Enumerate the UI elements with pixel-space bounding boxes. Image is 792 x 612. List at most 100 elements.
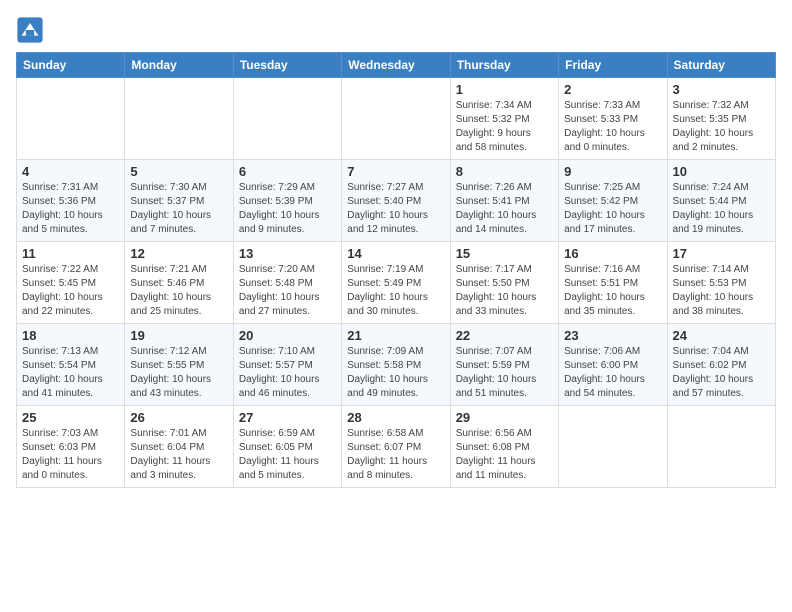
day-number: 10	[673, 164, 770, 179]
day-info: Sunrise: 7:30 AMSunset: 5:37 PMDaylight:…	[130, 181, 227, 237]
weekday-header-tuesday: Tuesday	[233, 53, 341, 78]
day-number: 1	[456, 82, 553, 97]
weekday-header-friday: Friday	[559, 53, 667, 78]
calendar-cell: 22Sunrise: 7:07 AMSunset: 5:59 PMDayligh…	[450, 324, 558, 406]
weekday-header-wednesday: Wednesday	[342, 53, 450, 78]
day-info: Sunrise: 7:13 AMSunset: 5:54 PMDaylight:…	[22, 345, 119, 401]
calendar-cell: 6 Sunrise: 7:29 AMSunset: 5:39 PMDaylight…	[233, 160, 341, 242]
day-number: 3	[673, 82, 770, 97]
logo	[16, 16, 46, 44]
day-number: 11	[22, 246, 119, 261]
day-info: Sunrise: 7:06 AMSunset: 6:00 PMDaylight:…	[564, 345, 661, 401]
day-number: 25	[22, 410, 119, 425]
calendar-cell: 29 Sunrise: 6:56 AMSunset: 6:08 PMDayligh…	[450, 406, 558, 488]
calendar-cell: 27 Sunrise: 6:59 AMSunset: 6:05 PMDayligh…	[233, 406, 341, 488]
calendar-cell: 9 Sunrise: 7:25 AMSunset: 5:42 PMDaylight…	[559, 160, 667, 242]
calendar-cell: 25 Sunrise: 7:03 AMSunset: 6:03 PMDayligh…	[17, 406, 125, 488]
day-info: Sunrise: 7:16 AMSunset: 5:51 PMDaylight:…	[564, 263, 661, 319]
day-number: 7	[347, 164, 444, 179]
calendar-week-2: 4 Sunrise: 7:31 AMSunset: 5:36 PMDaylight…	[17, 160, 776, 242]
calendar-cell: 28 Sunrise: 6:58 AMSunset: 6:07 PMDayligh…	[342, 406, 450, 488]
calendar-cell: 12 Sunrise: 7:21 AMSunset: 5:46 PMDayligh…	[125, 242, 233, 324]
day-info: Sunrise: 7:09 AMSunset: 5:58 PMDaylight:…	[347, 345, 444, 401]
day-info: Sunrise: 7:10 AMSunset: 5:57 PMDaylight:…	[239, 345, 336, 401]
day-number: 18	[22, 328, 119, 343]
calendar-cell	[342, 78, 450, 160]
day-info: Sunrise: 7:04 AMSunset: 6:02 PMDaylight:…	[673, 345, 770, 401]
day-number: 17	[673, 246, 770, 261]
day-info: Sunrise: 7:12 AMSunset: 5:55 PMDaylight:…	[130, 345, 227, 401]
day-number: 2	[564, 82, 661, 97]
calendar-cell: 5Sunrise: 7:30 AMSunset: 5:37 PMDaylight…	[125, 160, 233, 242]
day-info: Sunrise: 7:20 AMSunset: 5:48 PMDaylight:…	[239, 263, 336, 319]
calendar-cell	[233, 78, 341, 160]
calendar-cell: 1Sunrise: 7:34 AMSunset: 5:32 PMDaylight…	[450, 78, 558, 160]
day-number: 8	[456, 164, 553, 179]
day-number: 19	[130, 328, 227, 343]
day-number: 9	[564, 164, 661, 179]
calendar-week-3: 11 Sunrise: 7:22 AMSunset: 5:45 PMDayligh…	[17, 242, 776, 324]
day-number: 28	[347, 410, 444, 425]
calendar-cell: 14 Sunrise: 7:19 AMSunset: 5:49 PMDayligh…	[342, 242, 450, 324]
calendar-cell: 10 Sunrise: 7:24 AMSunset: 5:44 PMDayligh…	[667, 160, 775, 242]
calendar-cell: 20 Sunrise: 7:10 AMSunset: 5:57 PMDayligh…	[233, 324, 341, 406]
calendar-cell: 11 Sunrise: 7:22 AMSunset: 5:45 PMDayligh…	[17, 242, 125, 324]
day-number: 21	[347, 328, 444, 343]
day-number: 20	[239, 328, 336, 343]
calendar-cell: 23Sunrise: 7:06 AMSunset: 6:00 PMDayligh…	[559, 324, 667, 406]
day-number: 12	[130, 246, 227, 261]
calendar-cell: 2 Sunrise: 7:33 AMSunset: 5:33 PMDaylight…	[559, 78, 667, 160]
day-info: Sunrise: 7:31 AMSunset: 5:36 PMDaylight:…	[22, 181, 119, 237]
day-info: Sunrise: 7:29 AMSunset: 5:39 PMDaylight:…	[239, 181, 336, 237]
weekday-header-thursday: Thursday	[450, 53, 558, 78]
weekday-header-row: SundayMondayTuesdayWednesdayThursdayFrid…	[17, 53, 776, 78]
logo-icon	[16, 16, 44, 44]
day-info: Sunrise: 7:33 AMSunset: 5:33 PMDaylight:…	[564, 99, 661, 155]
calendar-cell: 4 Sunrise: 7:31 AMSunset: 5:36 PMDaylight…	[17, 160, 125, 242]
calendar-cell: 13 Sunrise: 7:20 AMSunset: 5:48 PMDayligh…	[233, 242, 341, 324]
day-number: 15	[456, 246, 553, 261]
day-info: Sunrise: 7:01 AMSunset: 6:04 PMDaylight:…	[130, 427, 227, 483]
day-info: Sunrise: 7:24 AMSunset: 5:44 PMDaylight:…	[673, 181, 770, 237]
calendar-cell: 3 Sunrise: 7:32 AMSunset: 5:35 PMDaylight…	[667, 78, 775, 160]
calendar-cell	[17, 78, 125, 160]
day-number: 24	[673, 328, 770, 343]
calendar-cell: 19 Sunrise: 7:12 AMSunset: 5:55 PMDayligh…	[125, 324, 233, 406]
weekday-header-monday: Monday	[125, 53, 233, 78]
day-number: 13	[239, 246, 336, 261]
calendar-cell	[559, 406, 667, 488]
day-info: Sunrise: 6:59 AMSunset: 6:05 PMDaylight:…	[239, 427, 336, 483]
calendar-cell: 24 Sunrise: 7:04 AMSunset: 6:02 PMDayligh…	[667, 324, 775, 406]
calendar-cell: 15 Sunrise: 7:17 AMSunset: 5:50 PMDayligh…	[450, 242, 558, 324]
day-info: Sunrise: 7:17 AMSunset: 5:50 PMDaylight:…	[456, 263, 553, 319]
day-number: 16	[564, 246, 661, 261]
calendar-cell: 26Sunrise: 7:01 AMSunset: 6:04 PMDayligh…	[125, 406, 233, 488]
calendar-cell	[667, 406, 775, 488]
calendar-week-1: 1Sunrise: 7:34 AMSunset: 5:32 PMDaylight…	[17, 78, 776, 160]
calendar-body: 1Sunrise: 7:34 AMSunset: 5:32 PMDaylight…	[17, 78, 776, 488]
day-number: 22	[456, 328, 553, 343]
day-info: Sunrise: 7:26 AMSunset: 5:41 PMDaylight:…	[456, 181, 553, 237]
day-info: Sunrise: 7:32 AMSunset: 5:35 PMDaylight:…	[673, 99, 770, 155]
page-header	[16, 16, 776, 44]
day-info: Sunrise: 7:25 AMSunset: 5:42 PMDaylight:…	[564, 181, 661, 237]
day-info: Sunrise: 7:03 AMSunset: 6:03 PMDaylight:…	[22, 427, 119, 483]
day-number: 14	[347, 246, 444, 261]
day-info: Sunrise: 7:22 AMSunset: 5:45 PMDaylight:…	[22, 263, 119, 319]
day-number: 29	[456, 410, 553, 425]
weekday-header-saturday: Saturday	[667, 53, 775, 78]
day-info: Sunrise: 7:21 AMSunset: 5:46 PMDaylight:…	[130, 263, 227, 319]
day-info: Sunrise: 6:56 AMSunset: 6:08 PMDaylight:…	[456, 427, 553, 483]
calendar-cell: 18 Sunrise: 7:13 AMSunset: 5:54 PMDayligh…	[17, 324, 125, 406]
calendar-week-4: 18 Sunrise: 7:13 AMSunset: 5:54 PMDayligh…	[17, 324, 776, 406]
calendar-header: SundayMondayTuesdayWednesdayThursdayFrid…	[17, 53, 776, 78]
calendar-cell	[125, 78, 233, 160]
day-number: 4	[22, 164, 119, 179]
day-info: Sunrise: 7:14 AMSunset: 5:53 PMDaylight:…	[673, 263, 770, 319]
calendar-table: SundayMondayTuesdayWednesdayThursdayFrid…	[16, 52, 776, 488]
day-number: 27	[239, 410, 336, 425]
day-number: 6	[239, 164, 336, 179]
day-info: Sunrise: 7:19 AMSunset: 5:49 PMDaylight:…	[347, 263, 444, 319]
day-info: Sunrise: 6:58 AMSunset: 6:07 PMDaylight:…	[347, 427, 444, 483]
calendar-cell: 8 Sunrise: 7:26 AMSunset: 5:41 PMDaylight…	[450, 160, 558, 242]
